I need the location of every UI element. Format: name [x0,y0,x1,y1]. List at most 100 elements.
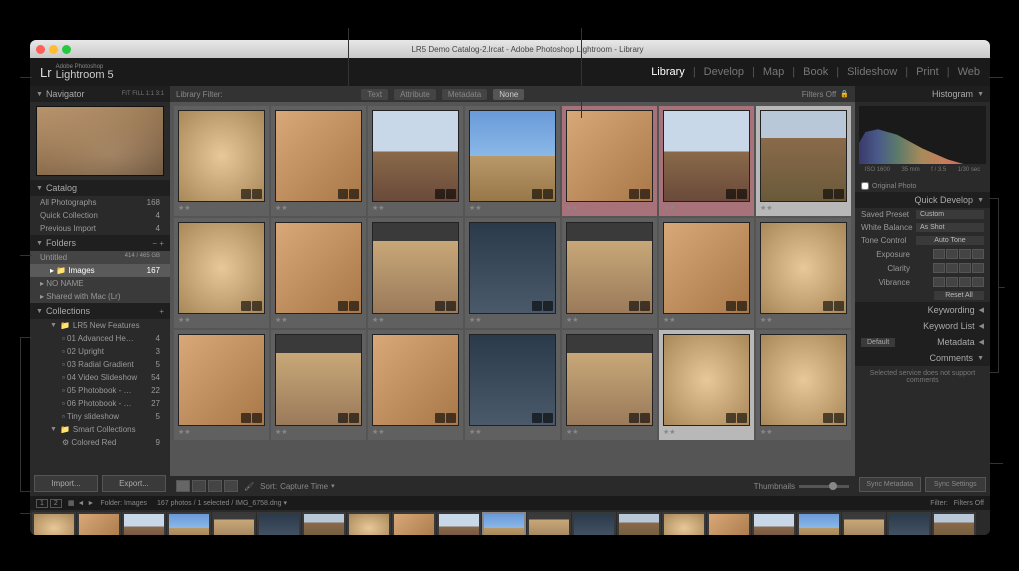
keyword-list-header[interactable]: Keyword List◀ [855,318,990,334]
grid-cell[interactable]: ★★ [756,218,851,328]
smart-collections[interactable]: ▼📁 Smart Collections [30,423,170,436]
navigator-header[interactable]: ▼Navigator FIT FILL 1:1 3:1 [30,86,170,102]
import-button[interactable]: Import... [34,475,98,492]
grid-cell[interactable]: 73★★ [174,330,269,440]
sync-metadata-button[interactable]: Sync Metadata [859,477,921,492]
compare-view-icon[interactable] [208,480,222,492]
export-button[interactable]: Export... [102,475,166,492]
filters-off[interactable]: Filters Off [802,90,837,99]
grid-cell[interactable]: 76★★ [465,330,560,440]
grid-cell[interactable]: ★★ [756,330,851,440]
collection-set[interactable]: ▼📁 LR5 New Features [30,319,170,332]
module-print[interactable]: Print [916,66,939,78]
volume-row[interactable]: Untitled414 / 465 GB [30,251,170,264]
sync-settings-button[interactable]: Sync Settings [925,477,987,492]
grid-nav-icon[interactable]: ▦ [68,499,75,507]
catalog-header[interactable]: ▼Catalog [30,180,170,196]
filmstrip-thumb[interactable]: ★★★★ [527,512,571,535]
thumbnail-grid[interactable]: 61★★62★★63★★64★★65★★66★★★★67★★68★★69★★70… [170,102,855,476]
collection-row[interactable]: ▫ 01 Advanced He…4 [30,332,170,345]
folder-row[interactable]: ▸ 📁 Images167 [30,264,170,277]
module-slideshow[interactable]: Slideshow [847,66,897,78]
grid-cell[interactable]: 68★★ [271,218,366,328]
metadata-header[interactable]: DefaultMetadata◀ [855,334,990,350]
filmstrip-thumb[interactable]: ★★★★ [77,512,121,535]
histogram-header[interactable]: Histogram▼ [855,86,990,102]
zoom-icon[interactable] [62,45,71,54]
filters-off-dropdown[interactable]: Filters Off [954,500,984,507]
screen-2-button[interactable]: 2 [50,499,62,508]
filmstrip-thumb[interactable]: ★★★★ [482,512,526,535]
filmstrip-thumb[interactable]: ★★★★ [752,512,796,535]
folder-path[interactable]: Folder: Images [100,500,147,507]
painter-icon[interactable]: 🖌 [244,482,254,491]
dropdown-icon[interactable]: ▾ [331,482,335,490]
grid-cell[interactable]: 72★★ [659,218,754,328]
grid-cell[interactable]: 66★★ [659,106,754,216]
filmstrip-thumb[interactable]: ★★★★ [347,512,391,535]
module-book[interactable]: Book [803,66,828,78]
filter-tab-metadata[interactable]: Metadata [442,89,487,100]
navigator-modes[interactable]: FIT FILL 1:1 3:1 [122,91,164,97]
filmstrip-thumb[interactable]: ★★★★ [797,512,841,535]
filmstrip-thumb[interactable]: ★★★★ [212,512,256,535]
collection-row[interactable]: ▫ 04 Video Slideshow54 [30,371,170,384]
filmstrip-thumb[interactable]: ★★★★ [167,512,211,535]
volume-row[interactable]: ▸ NO NAME [30,277,170,290]
grid-view-icon[interactable] [176,480,190,492]
folders-header[interactable]: ▼Folders − + [30,235,170,251]
filmstrip[interactable]: ★★★★★★★★★★★★★★★★★★★★★★★★★★★★★★★★★★★★★★★★… [30,510,990,535]
filmstrip-thumb[interactable]: ★★★★ [617,512,661,535]
grid-cell[interactable]: 74★★ [271,330,366,440]
white-balance-row[interactable]: White Balance As Shot [855,221,990,234]
grid-cell[interactable]: 78★★ [659,330,754,440]
close-icon[interactable] [36,45,45,54]
reset-all-button[interactable]: Reset All [934,291,984,300]
filmstrip-thumb[interactable]: ★★★★ [842,512,886,535]
filmstrip-thumb[interactable]: ★★★★ [572,512,616,535]
filmstrip-thumb[interactable]: ★★★★ [257,512,301,535]
lock-icon[interactable]: 🔒 [840,90,849,98]
grid-cell[interactable]: 67★★ [174,218,269,328]
histogram-display[interactable]: ISO 160035 mmf / 3.51/30 sec [859,106,986,176]
filmstrip-thumb[interactable]: ★★★★ [662,512,706,535]
filmstrip-thumb[interactable]: ★★★★ [392,512,436,535]
filmstrip-thumb[interactable]: ★★★★ [932,512,976,535]
module-web[interactable]: Web [958,66,980,78]
collections-header[interactable]: ▼Collections + [30,303,170,319]
filmstrip-thumb[interactable]: ★★★★ [302,512,346,535]
filter-tab-text[interactable]: Text [361,89,388,100]
grid-cell[interactable]: 69★★ [368,218,463,328]
original-photo-checkbox[interactable]: Original Photo [855,180,990,192]
keywording-header[interactable]: Keywording◀ [855,302,990,318]
back-icon[interactable]: ◄ [77,500,84,507]
grid-cell[interactable]: ★★ [756,106,851,216]
catalog-row[interactable]: All Photographs168 [30,196,170,209]
filter-tab-attribute[interactable]: Attribute [394,89,436,100]
filmstrip-thumb[interactable]: ★★★★ [887,512,931,535]
collection-row[interactable]: ▫ Tiny slideshow5 [30,410,170,423]
screen-1-button[interactable]: 1 [36,499,48,508]
grid-cell[interactable]: 71★★ [562,218,657,328]
grid-cell[interactable]: 62★★ [271,106,366,216]
collection-row[interactable]: ▫ 02 Upright3 [30,345,170,358]
module-map[interactable]: Map [763,66,784,78]
grid-cell[interactable]: 65★★ [562,106,657,216]
minimize-icon[interactable] [49,45,58,54]
loupe-view-icon[interactable] [192,480,206,492]
collection-row[interactable]: ▫ 05 Photobook - …22 [30,384,170,397]
smart-collection-row[interactable]: ⚙ Colored Red9 [30,436,170,449]
catalog-row[interactable]: Previous Import4 [30,222,170,235]
module-develop[interactable]: Develop [704,66,744,78]
grid-cell[interactable]: 63★★ [368,106,463,216]
survey-view-icon[interactable] [224,480,238,492]
filter-tab-none[interactable]: None [493,89,524,100]
sort-value[interactable]: Capture Time [280,482,328,491]
comments-header[interactable]: Comments▼ [855,350,990,366]
thumbnail-size-slider[interactable] [799,485,849,488]
grid-cell[interactable]: 75★★ [368,330,463,440]
dropdown-icon[interactable]: ▾ [284,499,288,507]
filmstrip-thumb[interactable]: ★★★★ [707,512,751,535]
filmstrip-thumb[interactable]: ★★★★ [32,512,76,535]
grid-cell[interactable]: 64★★ [465,106,560,216]
